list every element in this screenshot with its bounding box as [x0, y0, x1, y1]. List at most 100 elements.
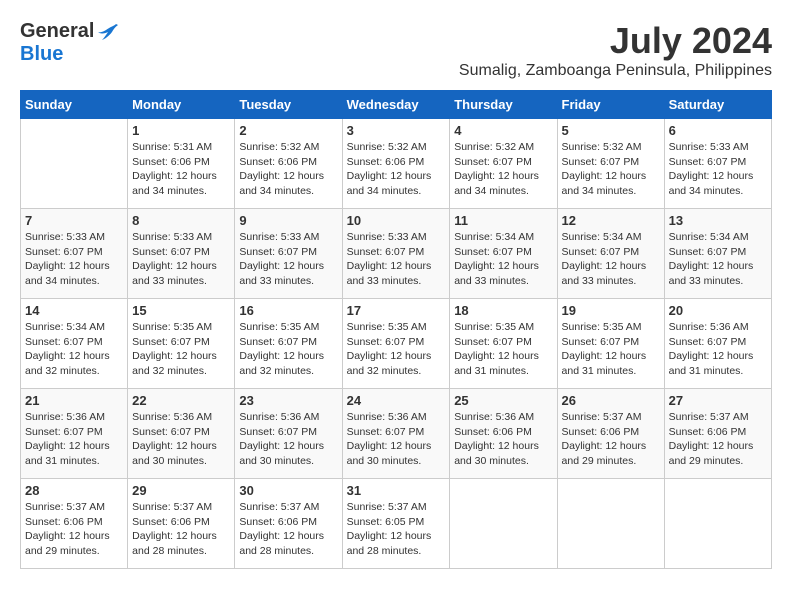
day-number: 1: [132, 123, 230, 138]
day-info: Sunrise: 5:35 AM Sunset: 6:07 PM Dayligh…: [454, 320, 552, 379]
day-number: 17: [347, 303, 446, 318]
calendar-header: SundayMondayTuesdayWednesdayThursdayFrid…: [21, 91, 772, 119]
day-info: Sunrise: 5:33 AM Sunset: 6:07 PM Dayligh…: [239, 230, 337, 289]
day-number: 19: [562, 303, 660, 318]
calendar-cell: 13 Sunrise: 5:34 AM Sunset: 6:07 PM Dayli…: [664, 209, 771, 299]
day-info: Sunrise: 5:36 AM Sunset: 6:06 PM Dayligh…: [454, 410, 552, 469]
day-header-wednesday: Wednesday: [342, 91, 450, 119]
day-info: Sunrise: 5:32 AM Sunset: 6:07 PM Dayligh…: [562, 140, 660, 199]
calendar-cell: 27 Sunrise: 5:37 AM Sunset: 6:06 PM Dayli…: [664, 389, 771, 479]
month-year: July 2024: [459, 20, 772, 62]
day-info: Sunrise: 5:33 AM Sunset: 6:07 PM Dayligh…: [347, 230, 446, 289]
day-info: Sunrise: 5:35 AM Sunset: 6:07 PM Dayligh…: [562, 320, 660, 379]
calendar-cell: 3 Sunrise: 5:32 AM Sunset: 6:06 PM Daylig…: [342, 119, 450, 209]
day-header-tuesday: Tuesday: [235, 91, 342, 119]
calendar-cell: 10 Sunrise: 5:33 AM Sunset: 6:07 PM Dayli…: [342, 209, 450, 299]
day-info: Sunrise: 5:37 AM Sunset: 6:05 PM Dayligh…: [347, 500, 446, 559]
calendar-cell: 20 Sunrise: 5:36 AM Sunset: 6:07 PM Dayli…: [664, 299, 771, 389]
week-row-3: 14Sunrise: 5:34 AM Sunset: 6:07 PM Dayli…: [21, 299, 772, 389]
logo-blue: Blue: [20, 43, 63, 66]
calendar-cell: 1 Sunrise: 5:31 AM Sunset: 6:06 PM Daylig…: [128, 119, 235, 209]
calendar-cell: 17 Sunrise: 5:35 AM Sunset: 6:07 PM Dayli…: [342, 299, 450, 389]
day-info: Sunrise: 5:33 AM Sunset: 6:07 PM Dayligh…: [25, 230, 123, 289]
calendar-cell: 24Sunrise: 5:36 AM Sunset: 6:07 PM Dayli…: [342, 389, 450, 479]
day-header-thursday: Thursday: [450, 91, 557, 119]
calendar-cell: 9Sunrise: 5:33 AM Sunset: 6:07 PM Daylig…: [235, 209, 342, 299]
day-info: Sunrise: 5:35 AM Sunset: 6:07 PM Dayligh…: [347, 320, 446, 379]
calendar-cell: 8 Sunrise: 5:33 AM Sunset: 6:07 PM Daylig…: [128, 209, 235, 299]
day-info: Sunrise: 5:34 AM Sunset: 6:07 PM Dayligh…: [669, 230, 767, 289]
day-number: 18: [454, 303, 552, 318]
calendar-cell: [664, 479, 771, 569]
calendar-cell: 29Sunrise: 5:37 AM Sunset: 6:06 PM Dayli…: [128, 479, 235, 569]
calendar-cell: [557, 479, 664, 569]
day-info: Sunrise: 5:35 AM Sunset: 6:07 PM Dayligh…: [132, 320, 230, 379]
day-number: 25: [454, 393, 552, 408]
day-number: 11: [454, 213, 552, 228]
location: Sumalig, Zamboanga Peninsula, Philippine…: [459, 62, 772, 80]
calendar-cell: 14Sunrise: 5:34 AM Sunset: 6:07 PM Dayli…: [21, 299, 128, 389]
week-row-1: 1 Sunrise: 5:31 AM Sunset: 6:06 PM Daylig…: [21, 119, 772, 209]
day-info: Sunrise: 5:36 AM Sunset: 6:07 PM Dayligh…: [239, 410, 337, 469]
day-info: Sunrise: 5:37 AM Sunset: 6:06 PM Dayligh…: [132, 500, 230, 559]
day-info: Sunrise: 5:36 AM Sunset: 6:07 PM Dayligh…: [669, 320, 767, 379]
day-info: Sunrise: 5:34 AM Sunset: 6:07 PM Dayligh…: [454, 230, 552, 289]
calendar-cell: 4 Sunrise: 5:32 AM Sunset: 6:07 PM Daylig…: [450, 119, 557, 209]
day-number: 2: [239, 123, 337, 138]
day-number: 4: [454, 123, 552, 138]
calendar-cell: 26Sunrise: 5:37 AM Sunset: 6:06 PM Dayli…: [557, 389, 664, 479]
calendar-cell: 19 Sunrise: 5:35 AM Sunset: 6:07 PM Dayli…: [557, 299, 664, 389]
logo: General Blue: [20, 20, 120, 66]
logo-general: General: [20, 20, 94, 43]
calendar-cell: 7 Sunrise: 5:33 AM Sunset: 6:07 PM Daylig…: [21, 209, 128, 299]
day-info: Sunrise: 5:31 AM Sunset: 6:06 PM Dayligh…: [132, 140, 230, 199]
calendar-cell: 11 Sunrise: 5:34 AM Sunset: 6:07 PM Dayli…: [450, 209, 557, 299]
day-info: Sunrise: 5:32 AM Sunset: 6:07 PM Dayligh…: [454, 140, 552, 199]
day-number: 13: [669, 213, 767, 228]
day-info: Sunrise: 5:36 AM Sunset: 6:07 PM Dayligh…: [347, 410, 446, 469]
day-number: 15: [132, 303, 230, 318]
day-info: Sunrise: 5:37 AM Sunset: 6:06 PM Dayligh…: [239, 500, 337, 559]
week-row-2: 7 Sunrise: 5:33 AM Sunset: 6:07 PM Daylig…: [21, 209, 772, 299]
day-info: Sunrise: 5:33 AM Sunset: 6:07 PM Dayligh…: [132, 230, 230, 289]
day-info: Sunrise: 5:36 AM Sunset: 6:07 PM Dayligh…: [25, 410, 123, 469]
calendar-table: SundayMondayTuesdayWednesdayThursdayFrid…: [20, 90, 772, 569]
day-number: 28: [25, 483, 123, 498]
calendar-cell: 22Sunrise: 5:36 AM Sunset: 6:07 PM Dayli…: [128, 389, 235, 479]
day-info: Sunrise: 5:32 AM Sunset: 6:06 PM Dayligh…: [347, 140, 446, 199]
calendar-cell: 30 Sunrise: 5:37 AM Sunset: 6:06 PM Dayli…: [235, 479, 342, 569]
days-of-week-row: SundayMondayTuesdayWednesdayThursdayFrid…: [21, 91, 772, 119]
day-number: 30: [239, 483, 337, 498]
day-number: 3: [347, 123, 446, 138]
day-info: Sunrise: 5:37 AM Sunset: 6:06 PM Dayligh…: [669, 410, 767, 469]
day-number: 12: [562, 213, 660, 228]
day-number: 14: [25, 303, 123, 318]
day-number: 31: [347, 483, 446, 498]
day-number: 16: [239, 303, 337, 318]
header: General Blue July 2024 Sumalig, Zamboang…: [20, 20, 772, 80]
day-number: 20: [669, 303, 767, 318]
day-number: 8: [132, 213, 230, 228]
day-number: 27: [669, 393, 767, 408]
logo-bird-icon: [96, 22, 120, 42]
calendar-cell: 2Sunrise: 5:32 AM Sunset: 6:06 PM Daylig…: [235, 119, 342, 209]
calendar-cell: 12Sunrise: 5:34 AM Sunset: 6:07 PM Dayli…: [557, 209, 664, 299]
day-header-friday: Friday: [557, 91, 664, 119]
calendar-cell: 16 Sunrise: 5:35 AM Sunset: 6:07 PM Dayli…: [235, 299, 342, 389]
day-number: 7: [25, 213, 123, 228]
week-row-4: 21 Sunrise: 5:36 AM Sunset: 6:07 PM Dayli…: [21, 389, 772, 479]
day-number: 26: [562, 393, 660, 408]
day-info: Sunrise: 5:33 AM Sunset: 6:07 PM Dayligh…: [669, 140, 767, 199]
day-number: 22: [132, 393, 230, 408]
calendar-cell: 18 Sunrise: 5:35 AM Sunset: 6:07 PM Dayli…: [450, 299, 557, 389]
calendar-cell: 5Sunrise: 5:32 AM Sunset: 6:07 PM Daylig…: [557, 119, 664, 209]
day-header-monday: Monday: [128, 91, 235, 119]
day-info: Sunrise: 5:35 AM Sunset: 6:07 PM Dayligh…: [239, 320, 337, 379]
day-number: 6: [669, 123, 767, 138]
calendar-cell: 6 Sunrise: 5:33 AM Sunset: 6:07 PM Daylig…: [664, 119, 771, 209]
day-number: 21: [25, 393, 123, 408]
calendar-cell: 21 Sunrise: 5:36 AM Sunset: 6:07 PM Dayli…: [21, 389, 128, 479]
day-number: 10: [347, 213, 446, 228]
calendar-cell: [21, 119, 128, 209]
day-header-saturday: Saturday: [664, 91, 771, 119]
